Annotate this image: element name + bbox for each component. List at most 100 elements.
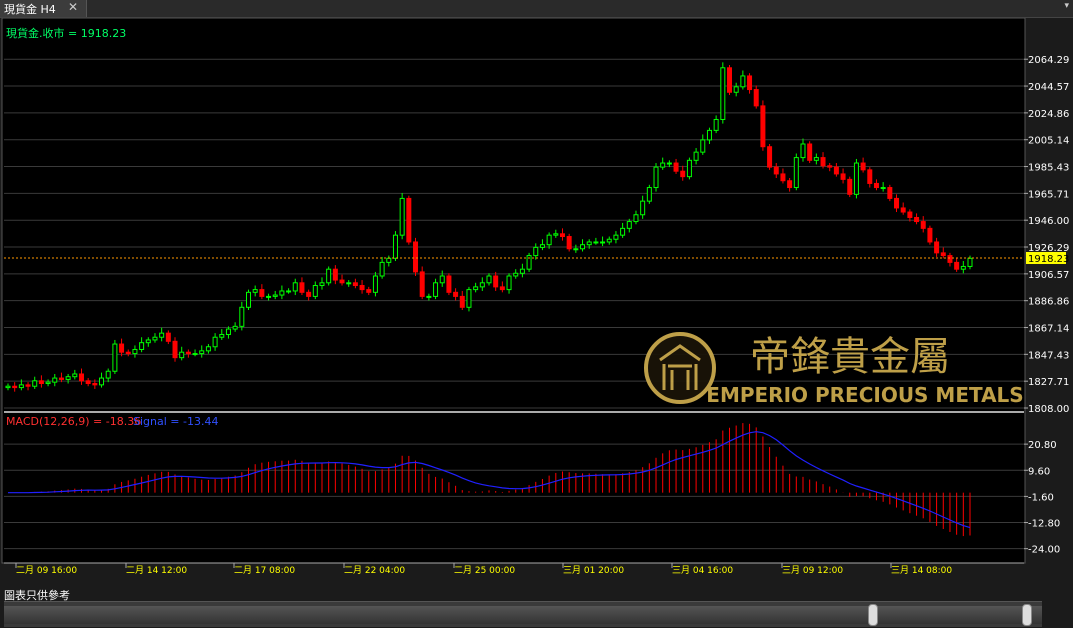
x-tick-label: 二月 09 16:00 xyxy=(16,565,77,576)
scroll-track[interactable] xyxy=(4,606,1042,624)
candle-body xyxy=(259,289,265,297)
tab-title[interactable]: 現貨金 H4 xyxy=(4,1,56,17)
current-price-badge: 1918.23 xyxy=(1026,251,1069,265)
candle-body xyxy=(312,285,318,297)
candle-body xyxy=(660,162,666,168)
candle-body xyxy=(379,261,385,277)
candle-body xyxy=(266,295,272,298)
candle-body xyxy=(807,143,813,161)
candle-body xyxy=(52,377,58,383)
candle-body xyxy=(406,197,412,243)
candle-body xyxy=(346,282,352,285)
candle-body xyxy=(880,187,886,190)
x-tick-label: 三月 09 12:00 xyxy=(782,565,843,576)
y-tick-label: 1827.71 xyxy=(1028,377,1069,388)
chart-svg[interactable]: 帝鋒貴金屬 EMPERIO PRECIOUS METALS 2064.29 204… xyxy=(0,17,1073,588)
candle-body xyxy=(239,306,245,327)
candle-body xyxy=(914,216,920,223)
candle-body xyxy=(553,233,559,236)
candle-body xyxy=(840,173,846,180)
candle-body xyxy=(192,353,198,356)
candle-body xyxy=(419,271,425,297)
signal-label: Signal = -13.44 xyxy=(133,415,218,428)
chart-scrollbar[interactable] xyxy=(4,601,1042,627)
candle-body xyxy=(546,234,552,246)
candle-body xyxy=(767,146,773,168)
macd-tick-label: -24.00 xyxy=(1028,545,1060,556)
candle-body xyxy=(332,268,338,281)
y-tick-label: 2064.29 xyxy=(1028,55,1069,66)
candle-body xyxy=(686,159,692,178)
chart-tab[interactable]: 現貨金 H4 ✕ xyxy=(0,0,87,17)
candle-body xyxy=(646,187,652,202)
candle-body xyxy=(847,178,853,195)
y-tick-label: 2005.14 xyxy=(1028,136,1069,147)
candle-body xyxy=(112,343,118,372)
candle-body xyxy=(352,282,358,287)
candle-body xyxy=(58,377,64,380)
candle-body xyxy=(172,340,178,359)
candle-body xyxy=(693,151,699,161)
candle-body xyxy=(894,197,900,209)
candle-body xyxy=(873,182,879,189)
candle-body xyxy=(246,291,251,308)
candle-body xyxy=(573,248,579,251)
candle-body xyxy=(165,332,171,342)
candle-body xyxy=(392,234,398,259)
candle-body xyxy=(339,279,345,284)
current-price-value: 1918.23 xyxy=(1028,254,1069,265)
candle-body xyxy=(159,332,165,338)
candle-body xyxy=(72,373,78,378)
candle-body xyxy=(593,241,599,244)
candle-body xyxy=(499,286,505,291)
candle-body xyxy=(653,166,659,189)
candle-body xyxy=(613,234,619,240)
candle-body xyxy=(5,385,11,389)
candle-body xyxy=(119,343,125,353)
candle-body xyxy=(413,241,419,273)
candle-body xyxy=(205,346,211,352)
candle-body xyxy=(12,385,18,389)
candle-body xyxy=(887,187,893,199)
close-icon[interactable]: ✕ xyxy=(68,0,78,14)
candle-body xyxy=(493,275,499,288)
candle-body xyxy=(853,162,859,195)
candle-body xyxy=(787,180,793,189)
candle-body xyxy=(132,348,138,355)
candle-body xyxy=(833,166,839,175)
candle-body xyxy=(359,285,365,291)
price-label: 現貨金.收市 = 1918.23 xyxy=(6,26,126,40)
x-tick-label: 二月 14 12:00 xyxy=(126,565,187,576)
candle-body xyxy=(900,207,906,213)
candle-body xyxy=(252,289,258,293)
scroll-grip-left[interactable] xyxy=(868,604,878,626)
candle-body xyxy=(38,380,44,385)
candle-body xyxy=(459,295,465,308)
candle-body xyxy=(99,377,105,386)
candle-body xyxy=(179,351,185,359)
candle-body xyxy=(920,221,926,229)
x-tick-label: 三月 01 20:00 xyxy=(563,565,624,576)
chart-area[interactable]: 帝鋒貴金屬 EMPERIO PRECIOUS METALS 2064.29 204… xyxy=(0,17,1073,588)
candle-body xyxy=(185,351,191,355)
candle-body xyxy=(533,246,539,257)
scroll-grip-right[interactable] xyxy=(1022,604,1032,626)
candle-body xyxy=(466,289,472,308)
candle-body xyxy=(539,244,545,248)
y-tick-label: 1946.00 xyxy=(1028,216,1069,227)
chevron-down-icon[interactable]: ▾ xyxy=(1064,1,1069,11)
y-tick-label: 2024.86 xyxy=(1028,109,1069,120)
candle-body xyxy=(934,241,940,254)
candle-body xyxy=(954,261,960,270)
y-tick-label: 1886.86 xyxy=(1028,297,1069,308)
candle-body xyxy=(219,334,225,338)
tab-bar: 現貨金 H4 ✕ ▾ xyxy=(0,0,1073,18)
candle-body xyxy=(386,257,392,263)
candle-body xyxy=(105,370,111,379)
candle-body xyxy=(366,289,372,293)
candle-body xyxy=(319,282,325,287)
candle-body xyxy=(145,339,151,344)
time-axis: 二月 09 16:00 二月 14 12:00 二月 17 08:00 二月 22 0… xyxy=(4,562,1024,576)
candle-body xyxy=(78,373,84,382)
candle-body xyxy=(680,170,686,178)
